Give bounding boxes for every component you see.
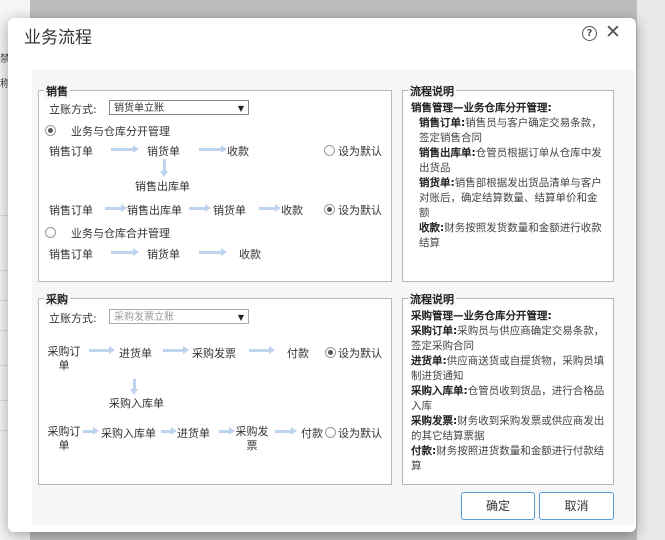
set-default-label: 设为默认: [338, 145, 382, 158]
purchase-default-radio-1[interactable]: [325, 347, 336, 358]
sales-desc-legend: 流程说明: [408, 83, 456, 99]
flow-arrow: [161, 427, 177, 435]
ok-button[interactable]: 确定: [461, 492, 535, 520]
sales-separate-radio[interactable]: [45, 125, 56, 136]
flow-node: 采购入库单: [109, 397, 164, 410]
purchase-mode-select: 采购发票立账 ▼: [109, 309, 249, 324]
flow-arrow: [199, 248, 227, 256]
flow-node: 销售订单: [49, 145, 93, 158]
business-flow-dialog: 业务流程 ? ✕ 销售 立账方式: 销货单立账 ▼ 业务与仓库分开管理 销售订单…: [8, 18, 636, 532]
sales-legend: 销售: [44, 83, 70, 99]
flow-arrow: [105, 204, 127, 212]
flow-node: 采购入库单: [101, 427, 156, 440]
cancel-button[interactable]: 取消: [539, 492, 614, 520]
flow-node: 进货单: [119, 347, 152, 360]
sales-mode-value: 销货单立账: [114, 103, 164, 114]
purchase-mode-label: 立账方式:: [49, 312, 97, 325]
desc-term: 采购发票:: [411, 415, 458, 427]
close-icon[interactable]: ✕: [605, 21, 621, 43]
purchase-mode-value: 采购发票立账: [114, 312, 174, 323]
background-page-right: [637, 0, 665, 540]
flow-node: 销货单: [147, 145, 180, 158]
sales-merged-radio[interactable]: [45, 227, 56, 238]
sales-mode-select[interactable]: 销货单立账 ▼: [109, 100, 249, 115]
sales-default-radio-1[interactable]: [324, 145, 335, 156]
set-default-label: 设为默认: [338, 347, 382, 360]
desc-text: 财务按照发货数量和金额进行收款结算: [419, 222, 602, 249]
purchase-desc-legend: 流程说明: [408, 291, 456, 307]
flow-node: 销售订单: [49, 248, 93, 261]
sales-mode-label: 立账方式:: [49, 103, 97, 116]
set-default-label: 设为默认: [338, 204, 382, 217]
purchase-panel: 采购 立账方式: 采购发票立账 ▼ 采购订单 进货单 采购发票 付款 设为默认 …: [38, 291, 392, 485]
desc-term: 销售出库单:: [419, 147, 476, 159]
flow-node: 销售出库单: [127, 204, 182, 217]
sales-default-radio-2[interactable]: [324, 204, 335, 215]
dialog-title: 业务流程: [24, 28, 92, 48]
flow-node: 收款: [239, 248, 261, 261]
purchase-desc-heading: 采购管理—业务仓库分开管理:: [411, 310, 552, 322]
flow-arrow: [275, 427, 297, 435]
flow-node: 销售订单: [49, 204, 93, 217]
sales-merged-label: 业务与仓库合并管理: [71, 227, 170, 240]
flow-node: 进货单: [177, 427, 210, 440]
flow-arrow: [111, 248, 139, 256]
flow-arrow: [219, 427, 235, 435]
purchase-description: 采购管理—业务仓库分开管理: 采购订单:采购员与供应商确定交易条款，签定采购合同…: [411, 309, 605, 474]
flow-node: 采购订单: [47, 425, 81, 452]
flow-arrow: [249, 346, 275, 354]
flow-arrow: [111, 145, 139, 153]
flow-node: 收款: [227, 145, 249, 158]
dialog-body: 销售 立账方式: 销货单立账 ▼ 业务与仓库分开管理 销售订单 销货单 收款 设…: [32, 70, 634, 525]
flow-node: 采购发票: [235, 425, 269, 452]
purchase-default-radio-2[interactable]: [325, 427, 336, 438]
chevron-down-icon: ▼: [237, 104, 244, 113]
desc-term: 付款:: [411, 445, 437, 457]
flow-node: 销货单: [213, 204, 246, 217]
desc-term: 采购入库单:: [411, 385, 468, 397]
chevron-down-icon: ▼: [237, 313, 244, 322]
desc-term: 采购订单:: [411, 325, 458, 337]
flow-arrow-down: [130, 379, 138, 395]
flow-node: 付款: [287, 347, 309, 360]
flow-arrow: [89, 346, 115, 354]
purchase-legend: 采购: [44, 291, 70, 307]
sales-description: 销售管理—业务仓库分开管理: 销售订单:销售员与客户确定交易条款，签定销售合同 …: [411, 101, 605, 251]
flow-arrow-down: [160, 159, 168, 177]
desc-text: 财务按照进货数量和金额进行付款结算: [411, 445, 605, 472]
flow-node: 采购发票: [192, 347, 236, 360]
flow-node: 收款: [281, 204, 303, 217]
desc-term: 销售订单:: [419, 117, 466, 129]
help-icon[interactable]: ?: [582, 26, 597, 41]
sales-separate-label: 业务与仓库分开管理: [71, 125, 170, 138]
flow-node: 销售出库单: [135, 180, 190, 193]
desc-term: 进货单:: [411, 355, 447, 367]
flow-arrow: [189, 204, 211, 212]
sales-panel: 销售 立账方式: 销货单立账 ▼ 业务与仓库分开管理 销售订单 销货单 收款 设…: [38, 83, 392, 282]
flow-node: 销货单: [147, 248, 180, 261]
sales-desc-heading: 销售管理—业务仓库分开管理:: [411, 102, 552, 114]
flow-arrow: [83, 427, 99, 435]
desc-term: 销货单:: [419, 177, 455, 189]
desc-term: 收款:: [419, 222, 445, 234]
set-default-label: 设为默认: [338, 427, 382, 440]
flow-node: 采购订单: [47, 345, 81, 372]
flow-arrow: [199, 145, 227, 153]
purchase-description-panel: 流程说明 采购管理—业务仓库分开管理: 采购订单:采购员与供应商确定交易条款，签…: [402, 291, 614, 485]
sales-description-panel: 流程说明 销售管理—业务仓库分开管理: 销售订单:销售员与客户确定交易条款，签定…: [402, 83, 614, 282]
flow-node: 付款: [301, 427, 323, 440]
flow-arrow: [259, 204, 281, 212]
flow-arrow: [163, 346, 189, 354]
